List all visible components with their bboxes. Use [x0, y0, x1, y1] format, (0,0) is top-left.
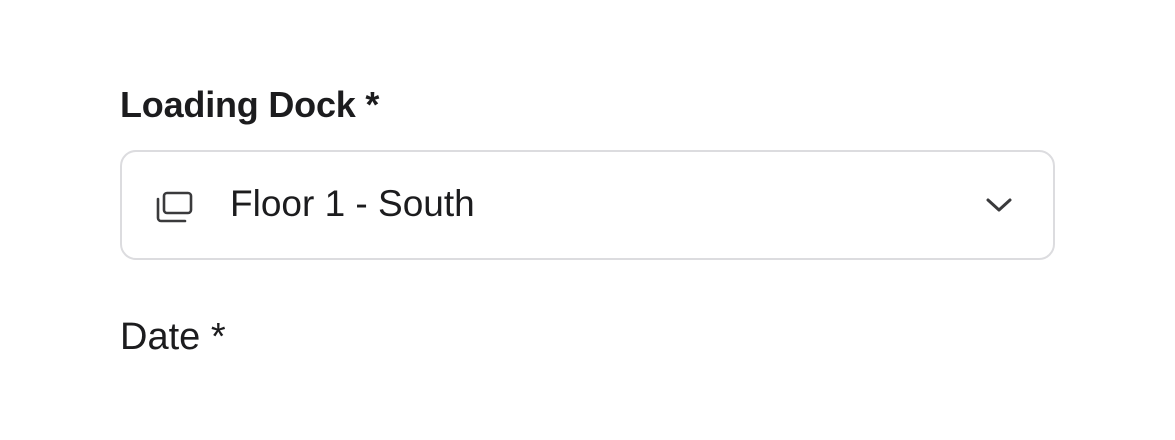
- loading-dock-selected-value: Floor 1 - South: [230, 183, 475, 224]
- loading-dock-label: Loading Dock *: [120, 84, 380, 125]
- chevron-down-icon[interactable]: [985, 196, 1013, 214]
- loading-dock-select[interactable]: Floor 1 - South: [120, 150, 1055, 260]
- date-label: Date *: [120, 316, 226, 358]
- stacked-windows-icon: [154, 190, 194, 224]
